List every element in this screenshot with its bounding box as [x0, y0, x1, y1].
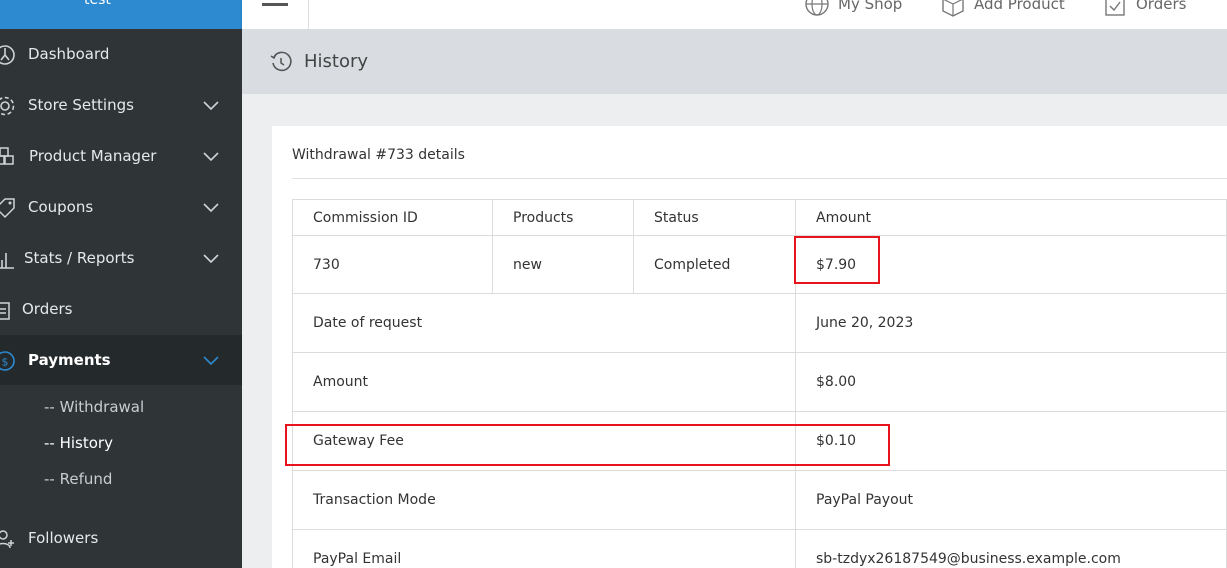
bar-chart-icon	[0, 253, 14, 269]
withdrawal-table: Commission ID Products Status Amount 730…	[292, 199, 1227, 568]
topbar-link-label: My Shop	[838, 0, 903, 13]
cell-products: new	[492, 235, 634, 294]
page-title: History	[304, 51, 369, 72]
topbar: My Shop Add Product Orders	[242, 0, 1227, 29]
chevron-down-icon[interactable]	[203, 354, 219, 366]
sidebar-item-label: Store Settings	[28, 96, 134, 114]
sidebar-item-label: Product Manager	[29, 147, 157, 165]
sidebar-item-label: Dashboard	[28, 45, 110, 63]
cell-commission-id: 730	[292, 235, 493, 294]
clipboard-icon	[0, 302, 10, 320]
box-icon	[942, 0, 964, 17]
sidebar-item-payments[interactable]: $ Payments	[0, 335, 242, 385]
column-header-status: Status	[633, 199, 796, 236]
detail-value: June 20, 2023	[795, 293, 1227, 353]
dashboard-icon	[0, 45, 15, 65]
table-header-row: Commission ID Products Status Amount	[292, 199, 1227, 236]
boxes-icon	[0, 147, 14, 165]
sidebar-subitem-refund[interactable]: -- Refund	[44, 470, 112, 488]
detail-label: Transaction Mode	[292, 470, 796, 530]
sidebar-item-label: Followers	[28, 529, 99, 547]
highlight-box-amount	[794, 236, 880, 284]
column-header-commission-id: Commission ID	[292, 199, 493, 236]
globe-icon	[805, 0, 829, 16]
detail-label: Amount	[292, 352, 796, 412]
detail-value: sb-tzdyx26187549@business.example.com	[795, 529, 1227, 568]
detail-row-amount: Amount $8.00	[292, 352, 1227, 412]
dollar-icon: $	[0, 351, 15, 371]
sidebar-item-label: Stats / Reports	[24, 249, 135, 267]
sidebar-item-product-manager[interactable]: Product Manager	[0, 131, 242, 181]
sidebar-item-followers[interactable]: Followers	[0, 513, 242, 563]
sidebar-item-label: Coupons	[28, 198, 94, 216]
store-name: test	[84, 0, 111, 8]
highlight-box-gateway-fee	[285, 424, 890, 466]
sidebar-item-label: Payments	[28, 351, 111, 369]
chevron-down-icon[interactable]	[203, 99, 219, 111]
topbar-link-my-shop[interactable]: My Shop	[804, 0, 902, 17]
cell-status: Completed	[633, 235, 796, 294]
topbar-link-label: Orders	[1136, 0, 1187, 13]
tag-icon	[0, 198, 15, 219]
sidebar-item-orders[interactable]: Orders	[0, 284, 242, 334]
detail-row-date: Date of request June 20, 2023	[292, 293, 1227, 353]
sidebar-item-coupons[interactable]: Coupons	[0, 182, 242, 232]
topbar-link-label: Add Product	[974, 0, 1065, 13]
svg-text:$: $	[2, 356, 9, 369]
gear-icon	[0, 96, 15, 116]
detail-row-transaction-mode: Transaction Mode PayPal Payout	[292, 470, 1227, 530]
sidebar-item-store-settings[interactable]: Store Settings	[0, 80, 242, 130]
topbar-link-orders[interactable]: Orders	[1102, 0, 1186, 17]
sidebar-item-dashboard[interactable]: Dashboard	[0, 29, 242, 79]
detail-value: PayPal Payout	[795, 470, 1227, 530]
sidebar-subitem-withdrawal[interactable]: -- Withdrawal	[44, 398, 144, 416]
card-title: Withdrawal #733 details	[292, 147, 465, 163]
topbar-link-add-product[interactable]: Add Product	[940, 0, 1065, 17]
table-row: 730 new Completed $7.90	[292, 235, 1227, 294]
topbar-divider	[308, 0, 309, 29]
history-icon	[270, 51, 292, 72]
detail-row-paypal-email: PayPal Email sb-tzdyx26187549@business.e…	[292, 529, 1227, 568]
divider	[292, 178, 1227, 179]
column-header-amount: Amount	[795, 199, 1227, 236]
detail-label: Date of request	[292, 293, 796, 353]
sidebar: test Dashboard Store Settings Product Ma…	[0, 0, 242, 568]
menu-toggle-icon[interactable]	[262, 3, 288, 6]
chevron-down-icon[interactable]	[203, 150, 219, 162]
user-plus-icon	[0, 530, 14, 549]
sidebar-subitem-history[interactable]: -- History	[44, 434, 113, 452]
column-header-products: Products	[492, 199, 634, 236]
detail-label: PayPal Email	[292, 529, 796, 568]
chevron-down-icon[interactable]	[203, 201, 219, 213]
clipboard-check-icon	[1105, 0, 1125, 16]
sidebar-item-stats-reports[interactable]: Stats / Reports	[0, 233, 242, 283]
chevron-down-icon[interactable]	[203, 252, 219, 264]
detail-value: $8.00	[795, 352, 1227, 412]
store-header: test	[0, 0, 242, 29]
page-header: History	[242, 29, 1227, 94]
sidebar-item-label: Orders	[22, 300, 73, 318]
